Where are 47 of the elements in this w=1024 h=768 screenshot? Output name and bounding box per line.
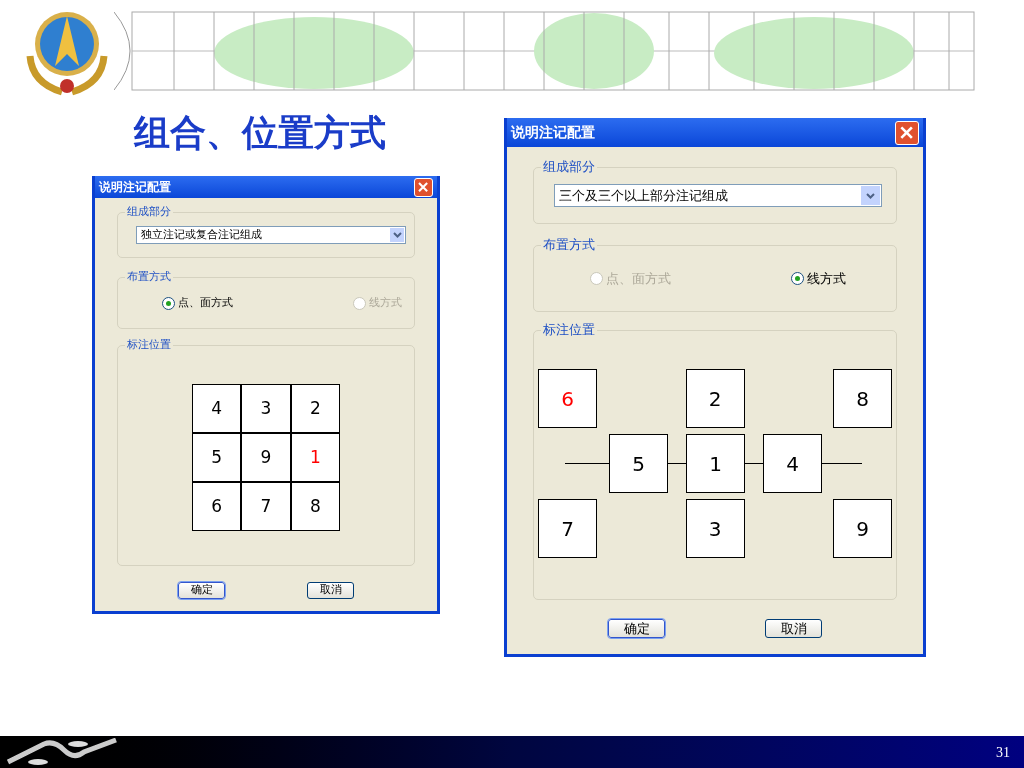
position-cell[interactable]: 4 bbox=[192, 384, 242, 433]
position-cell[interactable]: 6 bbox=[538, 369, 597, 428]
radio-option[interactable]: 点、面方式 bbox=[162, 294, 233, 312]
dialog-button[interactable]: 取消 bbox=[765, 619, 822, 638]
wave-logo-icon bbox=[4, 738, 120, 766]
connector-line bbox=[822, 463, 862, 464]
position-cell[interactable]: 8 bbox=[833, 369, 892, 428]
group-label: 组成部分 bbox=[541, 159, 597, 175]
group-label: 布置方式 bbox=[541, 237, 597, 253]
page-number: 31 bbox=[996, 743, 1010, 762]
position-cell[interactable]: 3 bbox=[241, 384, 291, 433]
close-icon bbox=[418, 181, 429, 193]
position-cell[interactable]: 5 bbox=[192, 433, 242, 482]
group-label: 标注位置 bbox=[125, 337, 173, 353]
close-button[interactable] bbox=[895, 120, 919, 145]
position-cell[interactable]: 9 bbox=[241, 433, 291, 482]
position-cell[interactable]: 5 bbox=[609, 434, 668, 493]
dropdown[interactable]: 独立注记或复合注记组成 bbox=[136, 226, 406, 244]
dialog-button[interactable]: 确定 bbox=[608, 619, 665, 638]
group-label: 标注位置 bbox=[541, 322, 597, 338]
connector-line bbox=[745, 463, 763, 464]
position-cell[interactable]: 4 bbox=[763, 434, 822, 493]
close-icon bbox=[900, 125, 914, 140]
position-cell[interactable]: 2 bbox=[290, 384, 340, 433]
position-cell[interactable]: 9 bbox=[833, 499, 892, 558]
position-cell[interactable]: 1 bbox=[290, 433, 340, 482]
dropdown[interactable]: 三个及三个以上部分注记组成 bbox=[554, 184, 882, 207]
dialog-button[interactable]: 取消 bbox=[307, 582, 354, 599]
radio-option[interactable]: 线方式 bbox=[791, 268, 846, 289]
close-button[interactable] bbox=[414, 177, 433, 197]
slide-title: 组合、位置方式 bbox=[134, 111, 386, 155]
window-title: 说明注记配置 bbox=[99, 179, 171, 196]
connector-line bbox=[668, 463, 686, 464]
radio-option: 点、面方式 bbox=[590, 268, 671, 289]
position-cell[interactable]: 6 bbox=[192, 482, 242, 531]
position-cell[interactable]: 1 bbox=[686, 434, 745, 493]
group-label: 布置方式 bbox=[125, 269, 173, 285]
group-label: 组成部分 bbox=[125, 204, 173, 220]
position-cell[interactable]: 2 bbox=[685, 369, 745, 428]
position-cell[interactable]: 8 bbox=[290, 482, 340, 531]
position-cell[interactable]: 7 bbox=[241, 482, 291, 531]
connector-line bbox=[565, 463, 609, 464]
position-cell[interactable]: 7 bbox=[538, 499, 597, 558]
window-title: 说明注记配置 bbox=[511, 123, 595, 142]
position-cell[interactable]: 3 bbox=[685, 499, 745, 558]
radio-option: 线方式 bbox=[353, 294, 402, 312]
dialog-button[interactable]: 确定 bbox=[178, 582, 225, 599]
